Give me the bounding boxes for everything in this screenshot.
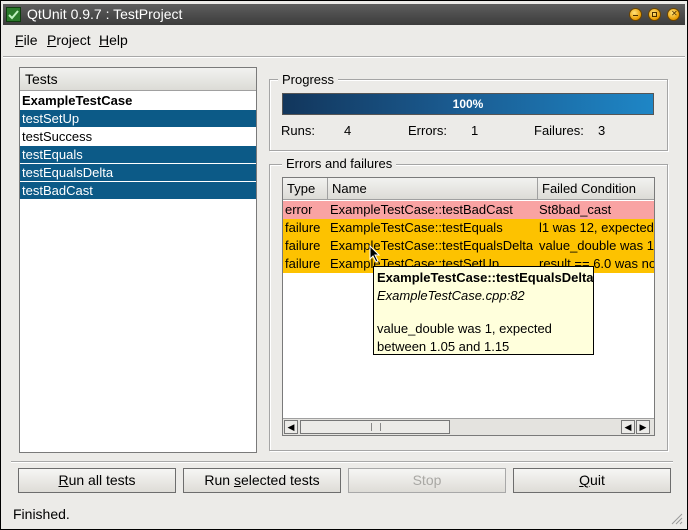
cell-condition: value_double was 1 [539, 238, 654, 253]
column-header-name[interactable]: Name [328, 178, 538, 200]
progress-group-title: Progress [278, 72, 339, 87]
menu-project-label: roject [56, 32, 91, 48]
test-item-exampletestcase[interactable]: ExampleTestCase [20, 92, 256, 109]
scroll-left-button-2[interactable]: ◀ [621, 420, 635, 434]
failures-label: Failures: [534, 123, 584, 138]
btn-mnemonic: s [233, 472, 241, 488]
cell-name: ExampleTestCase::testEqualsDelta [330, 238, 534, 253]
title-bar[interactable]: QtUnit 0.9.7 : TestProject ✕ [3, 4, 685, 25]
btn-text: Stop [412, 472, 442, 488]
cell-condition: St8bad_cast [539, 202, 612, 217]
test-item-label: testBadCast [22, 183, 93, 198]
errors-value: 1 [471, 123, 479, 138]
maximize-button[interactable] [648, 8, 661, 21]
tooltip-line2: between 1.05 and 1.15 [377, 339, 510, 354]
quit-button[interactable]: Quit [513, 468, 671, 493]
test-item-label: ExampleTestCase [22, 93, 133, 108]
resize-grip-icon[interactable] [669, 511, 683, 525]
errors-group-title: Errors and failures [282, 156, 397, 171]
app-icon [6, 7, 21, 22]
test-item-testequalsdelta[interactable]: testEqualsDelta [20, 164, 256, 181]
menu-help[interactable]: Help [99, 32, 128, 48]
minimize-button[interactable] [629, 8, 642, 21]
scroll-left-button[interactable]: ◀ [284, 420, 298, 434]
tooltip-title: ExampleTestCase::testEqualsDelta [377, 270, 594, 285]
progress-bar: 100% [282, 93, 654, 115]
close-icon: ✕ [671, 9, 678, 18]
status-bar-text: Finished. [13, 506, 70, 522]
test-item-testsetup[interactable]: testSetUp [20, 110, 256, 127]
test-item-label: testSetUp [22, 111, 80, 126]
grip-icon [371, 423, 381, 431]
bottom-separator [11, 461, 673, 463]
test-item-testbadcast[interactable]: testBadCast [20, 182, 256, 199]
arrow-right-icon: ▶ [639, 422, 647, 432]
main-window: QtUnit 0.9.7 : TestProject ✕ File Projec… [0, 0, 688, 530]
column-header-type[interactable]: Type [283, 178, 328, 200]
btn-mnemonic: Q [579, 472, 591, 488]
maximize-icon [652, 12, 657, 17]
minimize-icon [633, 15, 638, 17]
cell-name: ExampleTestCase::testEquals [330, 220, 503, 235]
btn-text: Run [204, 472, 234, 488]
tests-header-label: Tests [25, 71, 58, 87]
menu-project[interactable]: Project [47, 32, 91, 48]
menu-bar: File Project Help [3, 29, 685, 51]
run-selected-tests-button[interactable]: Run selected tests [183, 468, 341, 493]
cell-type: failure [285, 256, 321, 271]
runs-label: Runs: [281, 123, 315, 138]
tooltip-line1: value_double was 1, expected [377, 321, 552, 336]
test-item-label: testEquals [22, 147, 83, 162]
test-item-label: testEqualsDelta [22, 165, 114, 180]
scrollbar-thumb[interactable] [300, 420, 450, 434]
cell-type: failure [285, 238, 321, 253]
mouse-cursor-icon [369, 245, 381, 263]
runs-value: 4 [344, 123, 352, 138]
test-item-label: testSuccess [22, 129, 93, 144]
table-row[interactable]: failure ExampleTestCase::testEquals l1 w… [283, 219, 654, 237]
cell-condition: l1 was 12, expected [539, 220, 654, 235]
tooltip-location: ExampleTestCase.cpp:82 [377, 288, 525, 303]
menu-file[interactable]: File [15, 32, 38, 48]
arrow-left-icon: ◀ [287, 422, 295, 432]
run-all-tests-button[interactable]: Run all tests [18, 468, 176, 493]
table-row[interactable]: failure ExampleTestCase::testEqualsDelta… [283, 237, 654, 255]
menu-file-label: ile [23, 32, 38, 48]
table-row[interactable]: error ExampleTestCase::testBadCast St8ba… [283, 201, 654, 219]
menu-project-mnemonic: P [47, 32, 57, 48]
progress-percent: 100% [452, 97, 484, 111]
failures-value: 3 [598, 123, 606, 138]
btn-text: uit [590, 472, 605, 488]
menu-file-mnemonic: F [15, 32, 24, 48]
test-item-testequals[interactable]: testEquals [20, 146, 256, 163]
scroll-right-button[interactable]: ▶ [636, 420, 650, 434]
close-button[interactable]: ✕ [667, 8, 680, 21]
test-item-testsuccess[interactable]: testSuccess [20, 128, 256, 145]
btn-mnemonic: R [58, 472, 69, 488]
failure-tooltip: ExampleTestCase::testEqualsDelta Example… [373, 266, 594, 355]
menu-separator [3, 56, 685, 58]
menu-help-mnemonic: H [99, 32, 110, 48]
cell-name: ExampleTestCase::testBadCast [330, 202, 513, 217]
cell-type: failure [285, 220, 321, 235]
progress-group [269, 79, 668, 151]
cell-type: error [285, 202, 313, 217]
btn-text: un all tests [68, 472, 136, 488]
window-title: QtUnit 0.9.7 : TestProject [27, 6, 183, 22]
errors-label: Errors: [408, 123, 447, 138]
btn-text: elected tests [240, 472, 320, 488]
menu-help-label: elp [109, 32, 128, 48]
arrow-left-icon: ◀ [624, 422, 632, 432]
horizontal-scrollbar[interactable]: ◀ ◀ ▶ [283, 418, 654, 435]
column-header-condition[interactable]: Failed Condition [538, 178, 654, 200]
tests-list-header[interactable]: Tests [20, 68, 256, 91]
stop-button[interactable]: Stop [348, 468, 506, 493]
tests-list[interactable]: Tests ExampleTestCase testSetUp testSucc… [19, 67, 257, 453]
